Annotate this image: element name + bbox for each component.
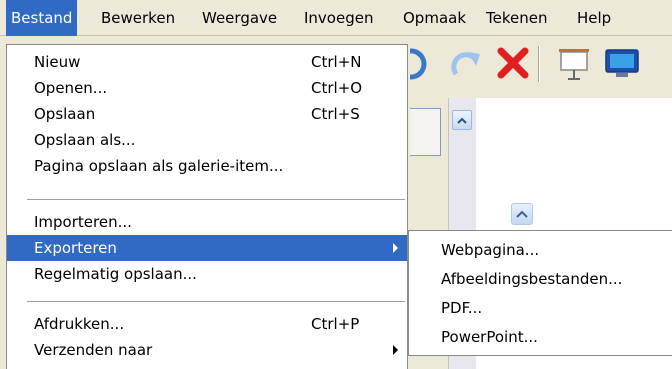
toolbar bbox=[405, 36, 672, 98]
submenu-item-label: PDF... bbox=[441, 299, 483, 317]
submenu-item-powerpoint[interactable]: PowerPoint... bbox=[409, 324, 671, 350]
menu-item-shortcut: Ctrl+O bbox=[311, 79, 363, 97]
menubar: Bestand Bewerken Weergave Invoegen Opmaa… bbox=[0, 0, 672, 36]
menu-item-label: Verzenden naar bbox=[34, 341, 153, 359]
menu-item-label: Regelmatig opslaan... bbox=[34, 265, 197, 283]
undo-icon[interactable] bbox=[405, 46, 440, 84]
menu-item-afdrukken[interactable]: Afdrukken... Ctrl+P bbox=[7, 311, 407, 337]
menu-item-shortcut: Ctrl+S bbox=[311, 105, 360, 123]
menu-item-label: Afdrukken... bbox=[34, 315, 125, 333]
menu-item-label: Opslaan bbox=[34, 105, 96, 123]
chevron-up-icon bbox=[516, 210, 528, 218]
menu-item-label: Opslaan als... bbox=[34, 131, 136, 149]
menu-invoegen[interactable]: Invoegen bbox=[299, 0, 378, 36]
menu-separator bbox=[27, 301, 405, 302]
submenu-item-pdf[interactable]: PDF... bbox=[409, 295, 671, 321]
menu-separator bbox=[27, 199, 405, 200]
menu-item-opslaan-als[interactable]: Opslaan als... bbox=[7, 127, 407, 153]
menu-item-opslaan[interactable]: Opslaan Ctrl+S bbox=[7, 101, 407, 127]
menu-item-regelmatig-opslaan[interactable]: Regelmatig opslaan... bbox=[7, 261, 407, 287]
menu-item-label: Importeren... bbox=[34, 213, 132, 231]
menu-weergave[interactable]: Weergave bbox=[197, 0, 282, 36]
delete-icon[interactable] bbox=[496, 46, 530, 84]
menu-item-openen[interactable]: Openen... Ctrl+O bbox=[7, 75, 407, 101]
menu-bestand[interactable]: Bestand bbox=[6, 0, 78, 36]
submenu-arrow-icon bbox=[393, 345, 398, 355]
menu-item-importeren[interactable]: Importeren... bbox=[7, 209, 407, 235]
menu-item-shortcut: Ctrl+P bbox=[311, 315, 360, 333]
panel-tab[interactable] bbox=[410, 108, 441, 156]
toolbar-separator bbox=[538, 46, 540, 82]
menu-item-label: Nieuw bbox=[34, 53, 81, 71]
file-menu: Nieuw Ctrl+N Openen... Ctrl+O Opslaan Ct… bbox=[6, 44, 408, 369]
submenu-item-label: PowerPoint... bbox=[441, 328, 538, 346]
menu-item-pagina-opslaan-galerie[interactable]: Pagina opslaan als galerie-item... bbox=[7, 153, 407, 179]
menu-opmaak[interactable]: Opmaak bbox=[398, 0, 471, 36]
scroll-up-button[interactable] bbox=[452, 110, 472, 130]
menu-item-verzenden-naar[interactable]: Verzenden naar bbox=[7, 337, 407, 363]
menu-item-nieuw[interactable]: Nieuw Ctrl+N bbox=[7, 49, 407, 75]
chevron-up-icon bbox=[457, 117, 467, 124]
monitor-icon[interactable] bbox=[602, 46, 642, 86]
menu-bewerken[interactable]: Bewerken bbox=[96, 0, 180, 36]
menu-item-exporteren[interactable]: Exporteren bbox=[7, 235, 407, 261]
submenu-item-label: Webpagina... bbox=[441, 241, 540, 259]
menu-item-shortcut: Ctrl+N bbox=[311, 53, 362, 71]
redo-icon[interactable] bbox=[448, 46, 482, 84]
submenu-item-afbeeldingsbestanden[interactable]: Afbeeldingsbestanden... bbox=[409, 266, 671, 292]
menu-item-label: Pagina opslaan als galerie-item... bbox=[34, 157, 284, 175]
submenu-item-label: Afbeeldingsbestanden... bbox=[441, 270, 623, 288]
export-submenu: Webpagina... Afbeeldingsbestanden... PDF… bbox=[408, 230, 672, 356]
menu-item-label: Exporteren bbox=[34, 239, 117, 257]
submenu-item-webpagina[interactable]: Webpagina... bbox=[409, 237, 671, 263]
menu-help[interactable]: Help bbox=[572, 0, 616, 36]
submenu-arrow-icon bbox=[393, 243, 398, 253]
page-up-button[interactable] bbox=[511, 203, 533, 225]
slideshow-screen-icon[interactable] bbox=[556, 46, 592, 86]
menu-tekenen[interactable]: Tekenen bbox=[481, 0, 552, 36]
menu-item-label: Openen... bbox=[34, 79, 108, 97]
